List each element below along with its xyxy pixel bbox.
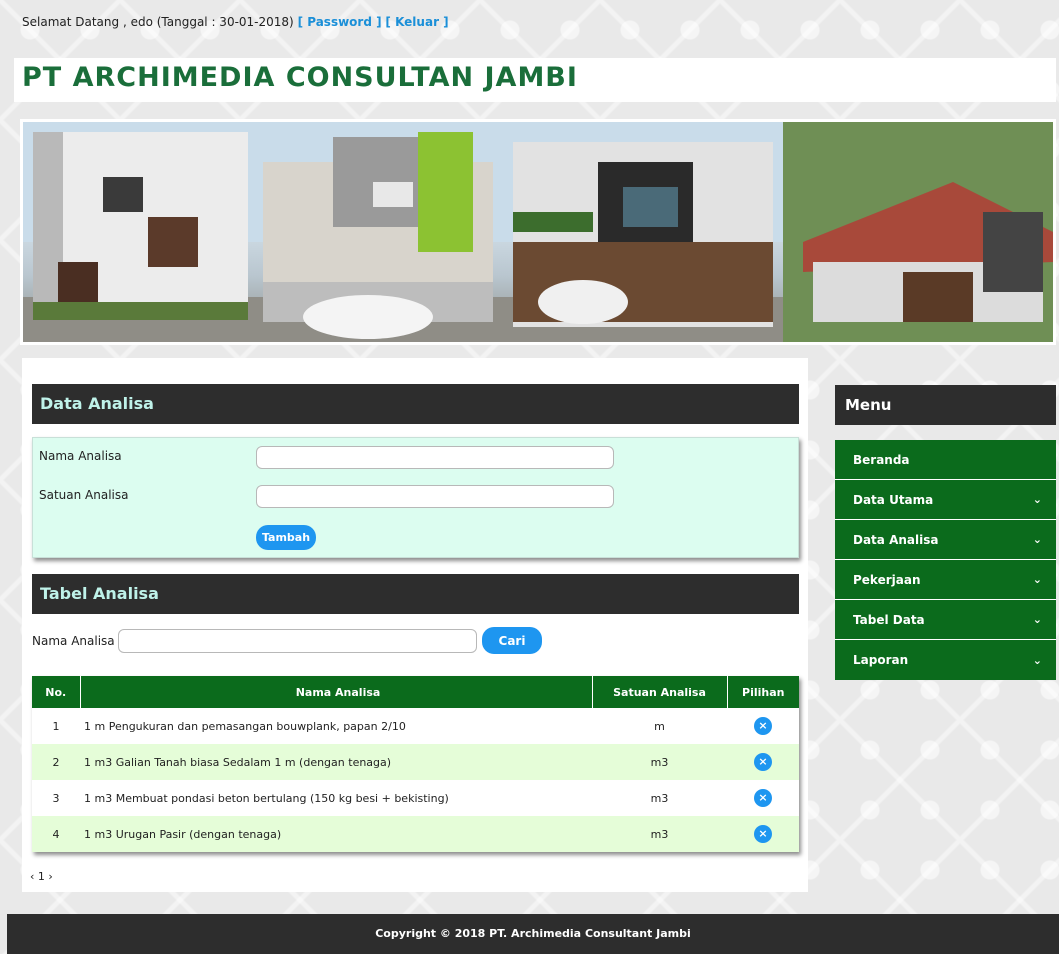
- analisa-form: Nama Analisa Satuan Analisa Tambah: [32, 437, 799, 558]
- table-header-row: No. Nama Analisa Satuan Analisa Pilihan: [32, 676, 799, 708]
- cell-pilihan: ×: [727, 816, 799, 852]
- sidebar-menu: Beranda Data Utama ⌄ Data Analisa ⌄ Peke…: [835, 440, 1056, 680]
- menu-item-label: Data Utama: [853, 492, 934, 507]
- satuan-analisa-input[interactable]: [256, 485, 614, 508]
- site-title: PT ARCHIMEDIA CONSULTAN JAMBI: [22, 62, 578, 93]
- cell-satuan: m: [592, 708, 727, 744]
- nama-analisa-label: Nama Analisa: [39, 449, 122, 463]
- chevron-down-icon: ⌄: [1032, 533, 1042, 546]
- greeting-text: Selamat Datang , edo (Tanggal : 30-01-20…: [22, 15, 294, 29]
- pagination[interactable]: ‹ 1 ›: [30, 870, 53, 883]
- menu-item-label: Data Analisa: [853, 532, 939, 547]
- table-row: 4 1 m3 Urugan Pasir (dengan tenaga) m3 ×: [32, 816, 799, 852]
- cell-satuan: m3: [592, 780, 727, 816]
- menu-item-data-analisa[interactable]: Data Analisa ⌄: [835, 520, 1056, 560]
- site-header: PT ARCHIMEDIA CONSULTAN JAMBI: [14, 58, 1056, 102]
- cell-no: 1: [32, 708, 80, 744]
- banner-image: [20, 119, 1056, 345]
- table-row: 3 1 m3 Membuat pondasi beton bertulang (…: [32, 780, 799, 816]
- tambah-button[interactable]: Tambah: [256, 525, 316, 550]
- menu-item-label: Tabel Data: [853, 612, 925, 627]
- cell-pilihan: ×: [727, 744, 799, 780]
- table-section-title: Tabel Analisa: [32, 574, 799, 614]
- menu-item-label: Beranda: [853, 452, 910, 467]
- cell-nama: 1 m3 Galian Tanah biasa Sedalam 1 m (den…: [80, 744, 592, 780]
- cell-nama: 1 m3 Membuat pondasi beton bertulang (15…: [80, 780, 592, 816]
- menu-item-laporan[interactable]: Laporan ⌄: [835, 640, 1056, 680]
- cell-satuan: m3: [592, 816, 727, 852]
- search-input[interactable]: [118, 629, 477, 653]
- delete-icon[interactable]: ×: [754, 753, 772, 771]
- menu-item-pekerjaan[interactable]: Pekerjaan ⌄: [835, 560, 1056, 600]
- nama-analisa-input[interactable]: [256, 446, 614, 469]
- menu-item-tabel-data[interactable]: Tabel Data ⌄: [835, 600, 1056, 640]
- table-row: 2 1 m3 Galian Tanah biasa Sedalam 1 m (d…: [32, 744, 799, 780]
- chevron-down-icon: ⌄: [1032, 493, 1042, 506]
- satuan-analisa-label: Satuan Analisa: [39, 488, 129, 502]
- chevron-down-icon: ⌄: [1032, 653, 1042, 667]
- menu-item-label: Laporan: [853, 653, 909, 667]
- cell-pilihan: ×: [727, 780, 799, 816]
- houses-illustration: [23, 122, 1053, 342]
- cell-pilihan: ×: [727, 708, 799, 744]
- password-link[interactable]: [ Password ]: [298, 15, 382, 29]
- cell-satuan: m3: [592, 744, 727, 780]
- col-header-no: No.: [32, 676, 81, 708]
- cari-button[interactable]: Cari: [482, 627, 542, 654]
- col-header-pilihan: Pilihan: [727, 676, 799, 708]
- search-label: Nama Analisa :: [32, 634, 123, 648]
- greeting-bar: Selamat Datang , edo (Tanggal : 30-01-20…: [22, 15, 449, 29]
- delete-icon[interactable]: ×: [754, 825, 772, 843]
- cell-no: 2: [32, 744, 80, 780]
- cell-no: 4: [32, 816, 80, 852]
- cell-nama: 1 m Pengukuran dan pemasangan bouwplank,…: [80, 708, 592, 744]
- menu-item-data-utama[interactable]: Data Utama ⌄: [835, 480, 1056, 520]
- delete-icon[interactable]: ×: [754, 789, 772, 807]
- chevron-down-icon: ⌄: [1032, 613, 1042, 626]
- menu-item-beranda[interactable]: Beranda: [835, 440, 1056, 480]
- col-header-satuan: Satuan Analisa: [592, 676, 728, 708]
- table-row: 1 1 m Pengukuran dan pemasangan bouwplan…: [32, 708, 799, 744]
- menu-item-label: Pekerjaan: [853, 572, 921, 587]
- logout-link[interactable]: [ Keluar ]: [385, 15, 448, 29]
- delete-icon[interactable]: ×: [754, 717, 772, 735]
- form-section-title: Data Analisa: [32, 384, 799, 424]
- cell-no: 3: [32, 780, 80, 816]
- footer-copyright: Copyright © 2018 PT. Archimedia Consulta…: [7, 914, 1059, 954]
- analisa-table: No. Nama Analisa Satuan Analisa Pilihan …: [32, 676, 799, 852]
- col-header-nama: Nama Analisa: [80, 676, 593, 708]
- chevron-down-icon: ⌄: [1032, 573, 1042, 586]
- cell-nama: 1 m3 Urugan Pasir (dengan tenaga): [80, 816, 592, 852]
- menu-title: Menu: [835, 385, 1056, 425]
